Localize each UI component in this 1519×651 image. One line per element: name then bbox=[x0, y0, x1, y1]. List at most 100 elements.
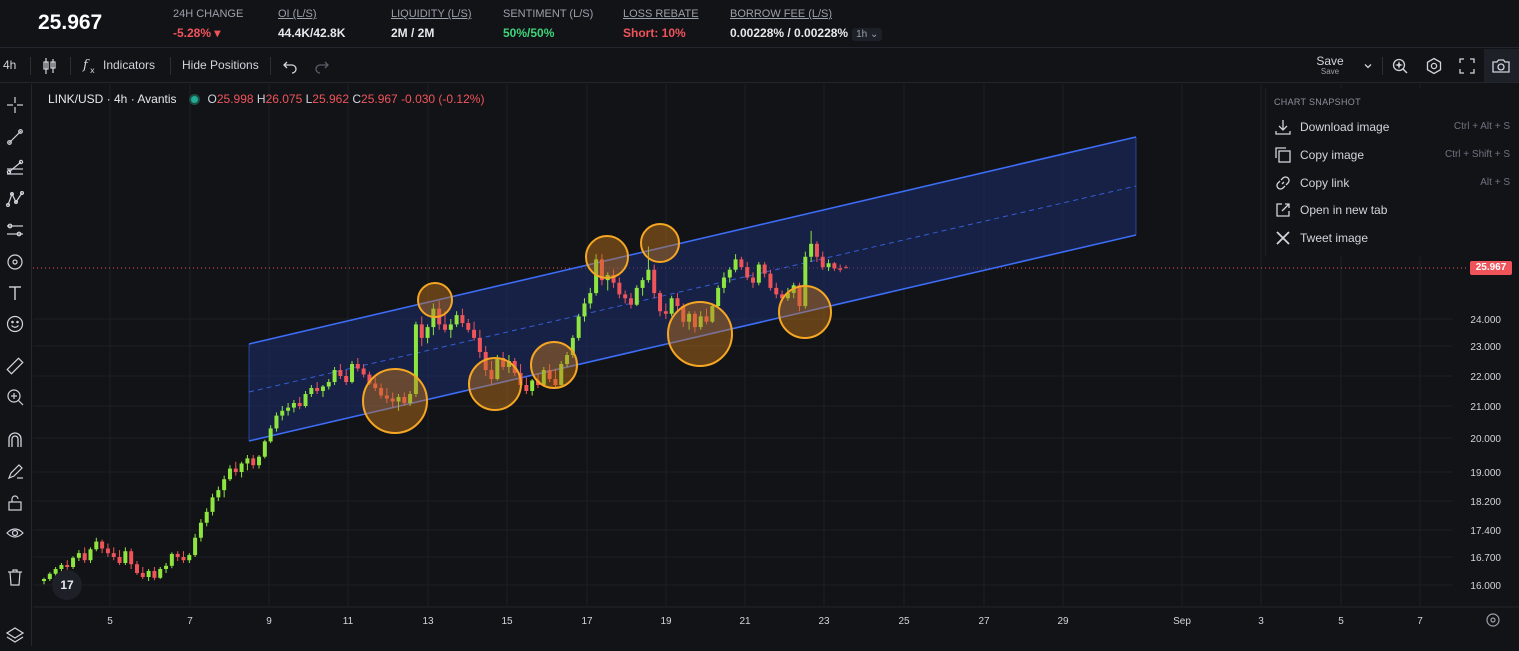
candle-body bbox=[111, 553, 116, 557]
candle-body bbox=[88, 549, 93, 561]
candle-body bbox=[297, 403, 302, 406]
stat-5: BORROW FEE (L/S) 0.00228% / 0.00228% 1h ⌄ bbox=[730, 8, 883, 41]
trend-line-icon[interactable] bbox=[4, 126, 26, 148]
candle-body bbox=[663, 311, 668, 314]
menu-header: CHART SNAPSHOT bbox=[1274, 97, 1361, 107]
borrow-interval-select[interactable]: 1h ⌄ bbox=[852, 28, 883, 41]
emoji-icon[interactable] bbox=[4, 313, 26, 335]
fullscreen-icon[interactable] bbox=[1458, 57, 1476, 80]
highlight-circle bbox=[585, 235, 629, 279]
candle bbox=[76, 550, 81, 561]
current-price: 25.967 bbox=[38, 11, 103, 34]
candle-body bbox=[448, 324, 453, 330]
menu-item-shortcut: Ctrl + Shift + S bbox=[1444, 148, 1510, 160]
stat-0: 24H CHANGE -5.28% ▾ bbox=[173, 8, 243, 40]
zoom-in-icon[interactable] bbox=[4, 386, 26, 408]
tradingview-logo[interactable]: 17 bbox=[52, 570, 82, 600]
candle-body bbox=[721, 277, 726, 288]
shapes-icon[interactable] bbox=[4, 251, 26, 273]
quick-search-icon[interactable] bbox=[1391, 57, 1409, 80]
undo-icon[interactable] bbox=[282, 58, 298, 79]
menu-item-copy-image[interactable]: Copy image Ctrl + Shift + S bbox=[1270, 142, 1514, 168]
axis-settings-icon[interactable] bbox=[1485, 612, 1501, 633]
candle-body bbox=[117, 557, 122, 563]
candle-body bbox=[222, 479, 227, 491]
candle bbox=[117, 550, 122, 565]
candle-body bbox=[443, 324, 447, 330]
stat-label[interactable]: LOSS REBATE bbox=[623, 8, 699, 20]
candle bbox=[576, 313, 581, 341]
candle-body bbox=[239, 463, 244, 472]
candle-body bbox=[838, 268, 843, 270]
candle-body bbox=[588, 293, 593, 304]
redo-icon[interactable] bbox=[314, 58, 330, 79]
magnet-icon[interactable] bbox=[4, 429, 26, 451]
time-axis-label: 7 bbox=[1417, 616, 1423, 627]
candle-body bbox=[123, 551, 128, 563]
menu-item-label: Open in new tab bbox=[1300, 203, 1388, 218]
lock-icon[interactable] bbox=[4, 492, 26, 514]
price-axis-label: 22.000 bbox=[1470, 372, 1501, 383]
stat-label[interactable]: BORROW FEE (L/S) bbox=[730, 8, 882, 20]
symbol-label[interactable]: LINK/USD · 4h · Avantis bbox=[48, 92, 177, 106]
indicators-icon[interactable]: fx bbox=[82, 57, 100, 80]
menu-item-label: Copy image bbox=[1300, 147, 1365, 162]
candle-body bbox=[675, 298, 680, 307]
text-tool-icon[interactable] bbox=[4, 282, 26, 304]
pattern-icon[interactable] bbox=[4, 188, 26, 210]
price-axis-label: 23.000 bbox=[1470, 342, 1501, 353]
candle-body bbox=[262, 441, 267, 457]
menu-item-open-in-new-tab[interactable]: Open in new tab bbox=[1270, 197, 1514, 223]
candle-body bbox=[286, 407, 291, 411]
stat-label[interactable]: OI (L/S) bbox=[278, 8, 345, 20]
candle bbox=[47, 572, 52, 581]
eye-icon[interactable] bbox=[4, 522, 26, 544]
draw-mode-icon[interactable] bbox=[4, 461, 26, 483]
candle-body bbox=[198, 522, 203, 538]
trash-icon[interactable] bbox=[4, 566, 26, 588]
candle bbox=[239, 461, 244, 478]
save-button[interactable]: Save Save bbox=[1314, 54, 1346, 76]
menu-item-label: Tweet image bbox=[1300, 231, 1369, 246]
hide-positions-button[interactable]: Hide Positions bbox=[182, 58, 259, 72]
price-axis-label: 16.700 bbox=[1470, 553, 1501, 564]
candle bbox=[94, 537, 99, 552]
candle-body bbox=[768, 273, 773, 288]
candle-type-icon[interactable] bbox=[42, 57, 58, 80]
candle-body bbox=[344, 376, 349, 382]
toolbar-divider bbox=[270, 57, 271, 75]
candle-body bbox=[745, 267, 750, 278]
interval-selector[interactable]: 4h bbox=[3, 58, 16, 72]
settings-icon[interactable] bbox=[1425, 57, 1443, 80]
stat-4: LOSS REBATE Short: 10% bbox=[623, 8, 699, 40]
snapshot-button[interactable] bbox=[1484, 49, 1519, 82]
fib-retracement-icon[interactable] bbox=[4, 157, 26, 179]
highlight-circle bbox=[362, 368, 428, 434]
crosshair-icon[interactable] bbox=[4, 94, 26, 116]
menu-item-tweet-image[interactable]: Tweet image bbox=[1270, 225, 1514, 251]
candle-body bbox=[814, 243, 819, 257]
stat-label[interactable]: LIQUIDITY (L/S) bbox=[391, 8, 471, 20]
candle-body bbox=[739, 259, 744, 268]
menu-item-copy-link[interactable]: Copy link Alt + S bbox=[1270, 170, 1514, 196]
candle-body bbox=[727, 269, 732, 278]
candle-body bbox=[303, 394, 308, 406]
stat-value: 44.4K/42.8K bbox=[278, 26, 346, 40]
candle bbox=[158, 567, 163, 579]
layers-icon[interactable] bbox=[4, 624, 26, 646]
candle bbox=[181, 551, 186, 563]
price-axis-label: 24.000 bbox=[1470, 315, 1501, 326]
candle-body bbox=[617, 282, 622, 295]
highlight-circle bbox=[778, 285, 832, 339]
toolbar-divider bbox=[1382, 57, 1383, 75]
toolbar-divider bbox=[30, 57, 31, 75]
chevron-down-icon[interactable] bbox=[1362, 59, 1374, 77]
candle-body bbox=[454, 315, 459, 325]
prediction-icon[interactable] bbox=[4, 219, 26, 241]
indicators-button[interactable]: Indicators bbox=[103, 58, 155, 72]
candle-body bbox=[844, 267, 848, 269]
candle-body bbox=[652, 269, 657, 294]
ruler-icon[interactable] bbox=[4, 355, 26, 377]
candle-body bbox=[47, 573, 52, 579]
menu-item-download-image[interactable]: Download image Ctrl + Alt + S bbox=[1270, 114, 1514, 140]
